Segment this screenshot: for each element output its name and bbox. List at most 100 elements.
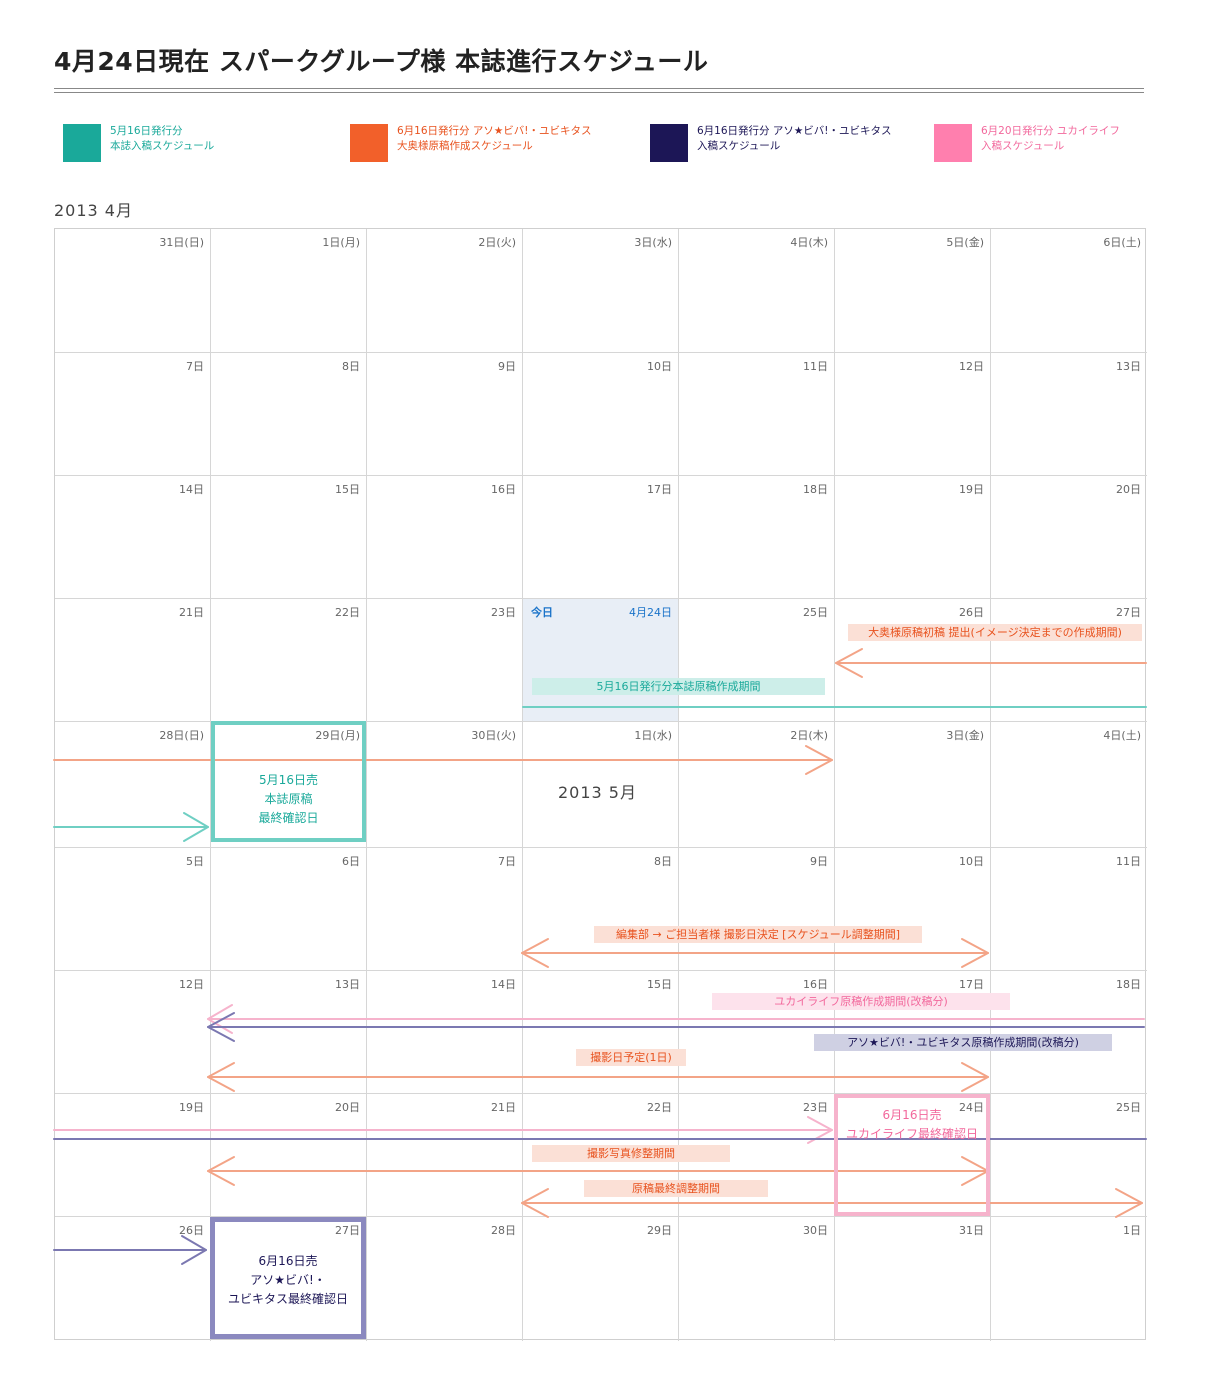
calendar-day-cell: 20日: [991, 476, 1147, 599]
day-number: 21日: [491, 1101, 516, 1114]
day-number: 30日(火): [471, 729, 516, 742]
day-number: 4日(木): [790, 236, 828, 249]
event-may16-draft: 5月16日発行分本誌原稿作成期間: [532, 678, 825, 695]
calendar-day-cell: 1日(月): [211, 229, 367, 353]
deadline-box-aso: 6月16日売 アソ★ビバ!・ ユビキタス最終確認日: [210, 1217, 366, 1339]
day-number: 25日: [1116, 1101, 1141, 1114]
day-number: 13日: [1116, 360, 1141, 373]
calendar-day-cell: 1日: [991, 1217, 1147, 1341]
day-number: 8日: [342, 360, 360, 373]
calendar-day-cell: 7日: [367, 848, 523, 971]
calendar-day-cell: 3日(金): [835, 722, 991, 848]
calendar-day-cell: 6日(土): [991, 229, 1147, 353]
day-number: 7日: [498, 855, 516, 868]
day-number: 6日(土): [1103, 236, 1141, 249]
calendar-day-cell: 25日: [991, 1094, 1147, 1217]
calendar-day-cell: 19日: [835, 476, 991, 599]
calendar-day-cell: 12日: [835, 353, 991, 476]
calendar-day-cell: 28日: [367, 1217, 523, 1341]
calendar-day-cell: 8日: [211, 353, 367, 476]
calendar-day-cell: 7日: [55, 353, 211, 476]
day-number: 18日: [1116, 978, 1141, 991]
calendar-day-cell: 25日: [679, 599, 835, 722]
day-number: 14日: [179, 483, 204, 496]
day-number: 13日: [335, 978, 360, 991]
calendar-day-cell: 9日: [679, 848, 835, 971]
event-ooku-draft: 大奥様原稿初稿 提出(イメージ決定までの作成期間): [848, 624, 1142, 641]
legend-swatch-aso: [650, 124, 688, 162]
legend-swatch-may16: [63, 124, 101, 162]
event-shoot-day: 撮影日予定(1日): [576, 1049, 686, 1066]
calendar-day-cell: 28日(日): [55, 722, 211, 848]
day-number: 23日: [491, 606, 516, 619]
event-photo-retouch: 撮影写真修整期間: [532, 1145, 730, 1162]
day-number: 12日: [959, 360, 984, 373]
calendar-day-cell: 5日: [55, 848, 211, 971]
calendar-day-cell: 13日: [991, 353, 1147, 476]
calendar-day-cell: 4日(木): [679, 229, 835, 353]
legend-text-aso: 6月16日発行分 アソ★ビバ!・ユビキタス 入稿スケジュール: [697, 125, 892, 152]
calendar-day-cell: 18日: [991, 971, 1147, 1094]
calendar-day-cell: 10日: [523, 353, 679, 476]
day-number: 9日: [810, 855, 828, 868]
calendar-day-cell: 14日: [367, 971, 523, 1094]
calendar-day-cell: 11日: [679, 353, 835, 476]
calendar-day-cell: 31日: [835, 1217, 991, 1341]
event-yukai-draft: ユカイライフ原稿作成期間(改稿分): [712, 993, 1010, 1010]
day-number: 10日: [959, 855, 984, 868]
day-number: 27日: [1116, 606, 1141, 619]
day-number: 2日(火): [478, 236, 516, 249]
calendar-day-cell: 14日: [55, 476, 211, 599]
calendar-day-cell: 3日(水): [523, 229, 679, 353]
calendar-day-cell: 16日: [367, 476, 523, 599]
day-number: 15日: [335, 483, 360, 496]
month-label-may: 2013 5月: [558, 783, 637, 802]
day-number: 28日: [491, 1224, 516, 1237]
day-number: 31日: [959, 1224, 984, 1237]
calendar-day-cell: 11日: [991, 848, 1147, 971]
event-shoot-date-decision: 編集部 → ご担当者様 撮影日決定 [スケジュール調整期間]: [594, 926, 922, 943]
calendar-day-cell: 2日(木): [679, 722, 835, 848]
calendar-day-cell: 19日: [55, 1094, 211, 1217]
day-number: 15日: [647, 978, 672, 991]
calendar-day-cell: 2日(火): [367, 229, 523, 353]
calendar-day-cell: 17日: [523, 476, 679, 599]
day-number: 20日: [335, 1101, 360, 1114]
calendar-day-cell: 18日: [679, 476, 835, 599]
day-number: 8日: [654, 855, 672, 868]
title-rule: [54, 88, 1144, 89]
day-number: 21日: [179, 606, 204, 619]
day-number: 1日: [1123, 1224, 1141, 1237]
day-number: 1日(月): [322, 236, 360, 249]
calendar-day-cell: 26日: [55, 1217, 211, 1341]
calendar-day-cell: 15日: [523, 971, 679, 1094]
calendar-day-cell: 26日: [835, 599, 991, 722]
calendar-day-cell: 29日: [523, 1217, 679, 1341]
day-number: 22日: [647, 1101, 672, 1114]
day-number: 23日: [803, 1101, 828, 1114]
calendar-day-cell: 12日: [55, 971, 211, 1094]
day-number: 29日: [647, 1224, 672, 1237]
day-number: 7日: [186, 360, 204, 373]
day-number: 30日: [803, 1224, 828, 1237]
day-number: 20日: [1116, 483, 1141, 496]
calendar-day-cell: 30日(火): [367, 722, 523, 848]
calendar-day-cell: 5日(金): [835, 229, 991, 353]
calendar-day-cell: 30日: [679, 1217, 835, 1341]
day-number: 17日: [959, 978, 984, 991]
legend-swatch-yukai: [934, 124, 972, 162]
calendar-day-cell: 10日: [835, 848, 991, 971]
legend-swatch-ooku: [350, 124, 388, 162]
day-number: 1日(水): [634, 729, 672, 742]
day-number: 5日: [186, 855, 204, 868]
calendar-day-cell: 15日: [211, 476, 367, 599]
deadline-box-yukai: 6月16日売 ユカイライフ最終確認日: [834, 1094, 990, 1216]
day-number: 11日: [803, 360, 828, 373]
legend-text-ooku: 6月16日発行分 アソ★ビバ!・ユビキタス 大奥様原稿作成スケジュール: [397, 125, 592, 152]
legend-text-may16: 5月16日発行分 本誌入稿スケジュール: [110, 125, 215, 152]
calendar-day-cell: 22日: [211, 599, 367, 722]
day-number: 16日: [491, 483, 516, 496]
day-number: 3日(水): [634, 236, 672, 249]
today-date: 4月24日: [629, 606, 672, 619]
deadline-box-may16: 5月16日売 本誌原稿 最終確認日: [211, 721, 366, 842]
